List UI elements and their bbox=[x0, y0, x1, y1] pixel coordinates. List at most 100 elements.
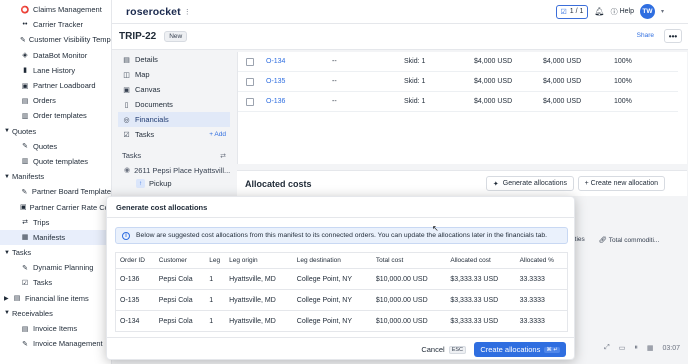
sidebar-item-invoice-items[interactable]: ▤ Invoice Items bbox=[0, 321, 111, 336]
create-new-allocation-button[interactable]: + Create new allocation bbox=[577, 176, 665, 191]
sidebar-item-tasks[interactable]: ▼ Tasks bbox=[0, 245, 111, 260]
pause-icon[interactable]: ⏸ bbox=[634, 344, 638, 352]
bell-icon[interactable]: 🔔︎ bbox=[594, 7, 604, 16]
table-row[interactable]: O-134 -- Skid: 1 $4,000 USD $4,000 USD 100% bbox=[238, 52, 678, 72]
quote-templates-icon: ▥ bbox=[21, 158, 29, 166]
sidebar-item-label: Quote templates bbox=[33, 156, 89, 166]
comment-icon[interactable]: ▭ bbox=[619, 344, 626, 352]
sidebar-item-label: Quotes bbox=[12, 126, 37, 136]
table-cell: Hyattsville, MD bbox=[225, 268, 293, 290]
sidebar-item-quotes[interactable]: ✎ Quotes bbox=[0, 139, 111, 154]
chevron-down-icon[interactable]: ▼ bbox=[4, 310, 12, 316]
sidebar-item-trips[interactable]: ⇄ Trips bbox=[0, 215, 111, 230]
rate-con-icon: ▣ bbox=[20, 204, 27, 212]
cancel-button[interactable]: Cancel ESC bbox=[421, 342, 466, 357]
sidebar-item-partner-board-template[interactable]: ✎ Partner Board Template bbox=[0, 184, 111, 199]
share-link[interactable]: Share bbox=[637, 32, 654, 39]
timer-label: 03:07 bbox=[662, 344, 680, 352]
pickup-item[interactable]: ↑ Pickup bbox=[118, 177, 230, 190]
sidebar-item-label: Partner Board Template bbox=[31, 187, 111, 197]
sidebar-item-label: Customer Visibility Temp... bbox=[28, 35, 111, 45]
chevron-down-icon[interactable]: ▼ bbox=[4, 174, 12, 180]
column-header: Allocated cost bbox=[446, 252, 516, 269]
tab-label: Tasks bbox=[135, 130, 155, 139]
sidebar-item-carrier-tracker[interactable]: •• Carrier Tracker bbox=[0, 17, 111, 32]
modal-title: Generate cost allocations bbox=[116, 203, 208, 212]
app-logo[interactable]: roserocket bbox=[126, 6, 181, 18]
row-checkbox[interactable] bbox=[246, 57, 254, 66]
chevron-down-icon[interactable]: ▾ bbox=[661, 8, 664, 15]
generate-allocations-label: Generate allocations bbox=[502, 180, 567, 187]
add-task-link[interactable]: + Add bbox=[209, 131, 226, 138]
tasks-header-label: Tasks bbox=[122, 151, 142, 160]
background-column-headers: odities 🔗︎ Total commoditi... bbox=[566, 236, 659, 244]
order-id-link[interactable]: O-134 bbox=[266, 58, 285, 65]
sidebar-item-partner-loadboard[interactable]: ▣ Partner Loadboard bbox=[0, 78, 111, 93]
chevron-right-icon[interactable]: ▶ bbox=[4, 295, 12, 302]
tab-label: Canvas bbox=[135, 85, 161, 94]
sidebar-item-customer-visibility-temp[interactable]: ✎ Customer Visibility Temp... bbox=[0, 32, 111, 47]
pager-button[interactable]: ☑ 1 / 1 bbox=[555, 4, 589, 19]
sidebar-item-invoice-management[interactable]: ✎ Invoice Management bbox=[0, 336, 111, 351]
pickup-arrow-icon: ↑ bbox=[136, 179, 145, 188]
sidebar-item-dynamic-planning[interactable]: ✎ Dynamic Planning bbox=[0, 260, 111, 275]
column-header: Leg origin bbox=[225, 252, 293, 269]
order-cell-pct: 100% bbox=[614, 98, 632, 105]
row-checkbox[interactable] bbox=[246, 77, 254, 86]
partner-board-icon: ✎ bbox=[21, 188, 28, 196]
order-cell-pct: 100% bbox=[614, 78, 632, 85]
tab-financials[interactable]: ◎ Financials bbox=[118, 112, 230, 127]
help-icon: ⓘ bbox=[610, 8, 618, 16]
sidebar-item-claims-management[interactable]: ⭕ Claims Management bbox=[0, 2, 111, 17]
sidebar-item-databot-monitor[interactable]: ◈ DataBot Monitor bbox=[0, 48, 111, 63]
sidebar-item-label: Dynamic Planning bbox=[33, 263, 94, 273]
order-cell-cost1: $4,000 USD bbox=[474, 98, 513, 105]
avatar[interactable]: TW bbox=[639, 4, 655, 19]
sidebar-item-partner-carrier-rate-con[interactable]: ▣ Partner Carrier Rate Con bbox=[0, 199, 111, 214]
tab-label: Documents bbox=[135, 100, 173, 109]
generate-cost-allocations-modal: Generate cost allocations i Below are su… bbox=[106, 196, 575, 360]
sidebar-item-manifests[interactable]: ▼ Manifests bbox=[0, 169, 111, 184]
table-cell: 1 bbox=[205, 268, 226, 290]
order-id-link[interactable]: O-136 bbox=[266, 98, 285, 105]
sidebar-item-label: Claims Management bbox=[33, 5, 102, 15]
tab-canvas[interactable]: ▣ Canvas bbox=[118, 82, 230, 97]
tab-documents[interactable]: ▯ Documents bbox=[118, 97, 230, 112]
help-label: Help bbox=[619, 8, 634, 15]
chevron-down-icon[interactable]: ▼ bbox=[4, 128, 12, 134]
sidebar-item-quote-templates[interactable]: ▥ Quote templates bbox=[0, 154, 111, 169]
tab-details[interactable]: ▤ Details bbox=[118, 52, 230, 67]
grid-icon[interactable]: ▦ bbox=[647, 344, 654, 352]
tab-map[interactable]: ◫ Map bbox=[118, 67, 230, 82]
stop-item[interactable]: ◉ 2611 Pepsi Place Hyattsvill... bbox=[118, 163, 230, 177]
sidebar-item-lane-history[interactable]: ▮ Lane History bbox=[0, 63, 111, 78]
row-checkbox[interactable] bbox=[246, 97, 254, 106]
sidebar-item-tasks[interactable]: ☑ Tasks bbox=[0, 275, 111, 290]
order-id-link[interactable]: O-135 bbox=[266, 78, 285, 85]
tab-label: Financials bbox=[135, 115, 169, 124]
orders-icon: ▤ bbox=[21, 97, 29, 105]
workspace-switcher-icon[interactable]: ⋮ bbox=[184, 8, 191, 16]
generate-allocations-button[interactable]: ✦ Generate allocations bbox=[485, 176, 574, 191]
tab-tasks[interactable]: ☑ Tasks + Add bbox=[118, 127, 230, 142]
more-options-button[interactable]: ••• bbox=[664, 29, 682, 43]
create-allocations-button[interactable]: Create allocations ⌘ ↵ bbox=[474, 342, 566, 357]
expand-icon[interactable]: ⤢ bbox=[604, 344, 610, 352]
table-row: O-135 Pepsi Cola 1 Hyattsville, MD College P… bbox=[115, 289, 568, 311]
sidebar-item-label: Manifests bbox=[33, 232, 66, 242]
order-cell-skid: Skid: 1 bbox=[404, 78, 426, 85]
sidebar-item-receivables[interactable]: ▼ Receivables bbox=[0, 306, 111, 321]
chevron-down-icon[interactable]: ▼ bbox=[4, 250, 12, 256]
table-row[interactable]: O-136 -- Skid: 1 $4,000 USD $4,000 USD 100% bbox=[238, 92, 678, 112]
table-cell: 33.3333 bbox=[515, 289, 568, 311]
sidebar-item-quotes[interactable]: ▼ Quotes bbox=[0, 124, 111, 139]
allocated-costs-header: Allocated costs ✦ Generate allocations +… bbox=[237, 170, 687, 196]
sidebar-item-manifests[interactable]: ▦ Manifests bbox=[0, 229, 111, 245]
collapse-toggle-icon[interactable]: ⇄ bbox=[220, 152, 226, 160]
sidebar-item-orders[interactable]: ▤ Orders bbox=[0, 93, 111, 108]
sidebar-item-order-templates[interactable]: ▥ Order templates bbox=[0, 108, 111, 123]
sidebar-item-financial-line-items[interactable]: ▶ ▤ Financial line items bbox=[0, 291, 111, 306]
table-cell: $10,000.00 USD bbox=[371, 268, 447, 290]
help-button[interactable]: ⓘ Help bbox=[611, 7, 634, 17]
table-row[interactable]: O-135 -- Skid: 1 $4,000 USD $4,000 USD 100% bbox=[238, 72, 678, 92]
